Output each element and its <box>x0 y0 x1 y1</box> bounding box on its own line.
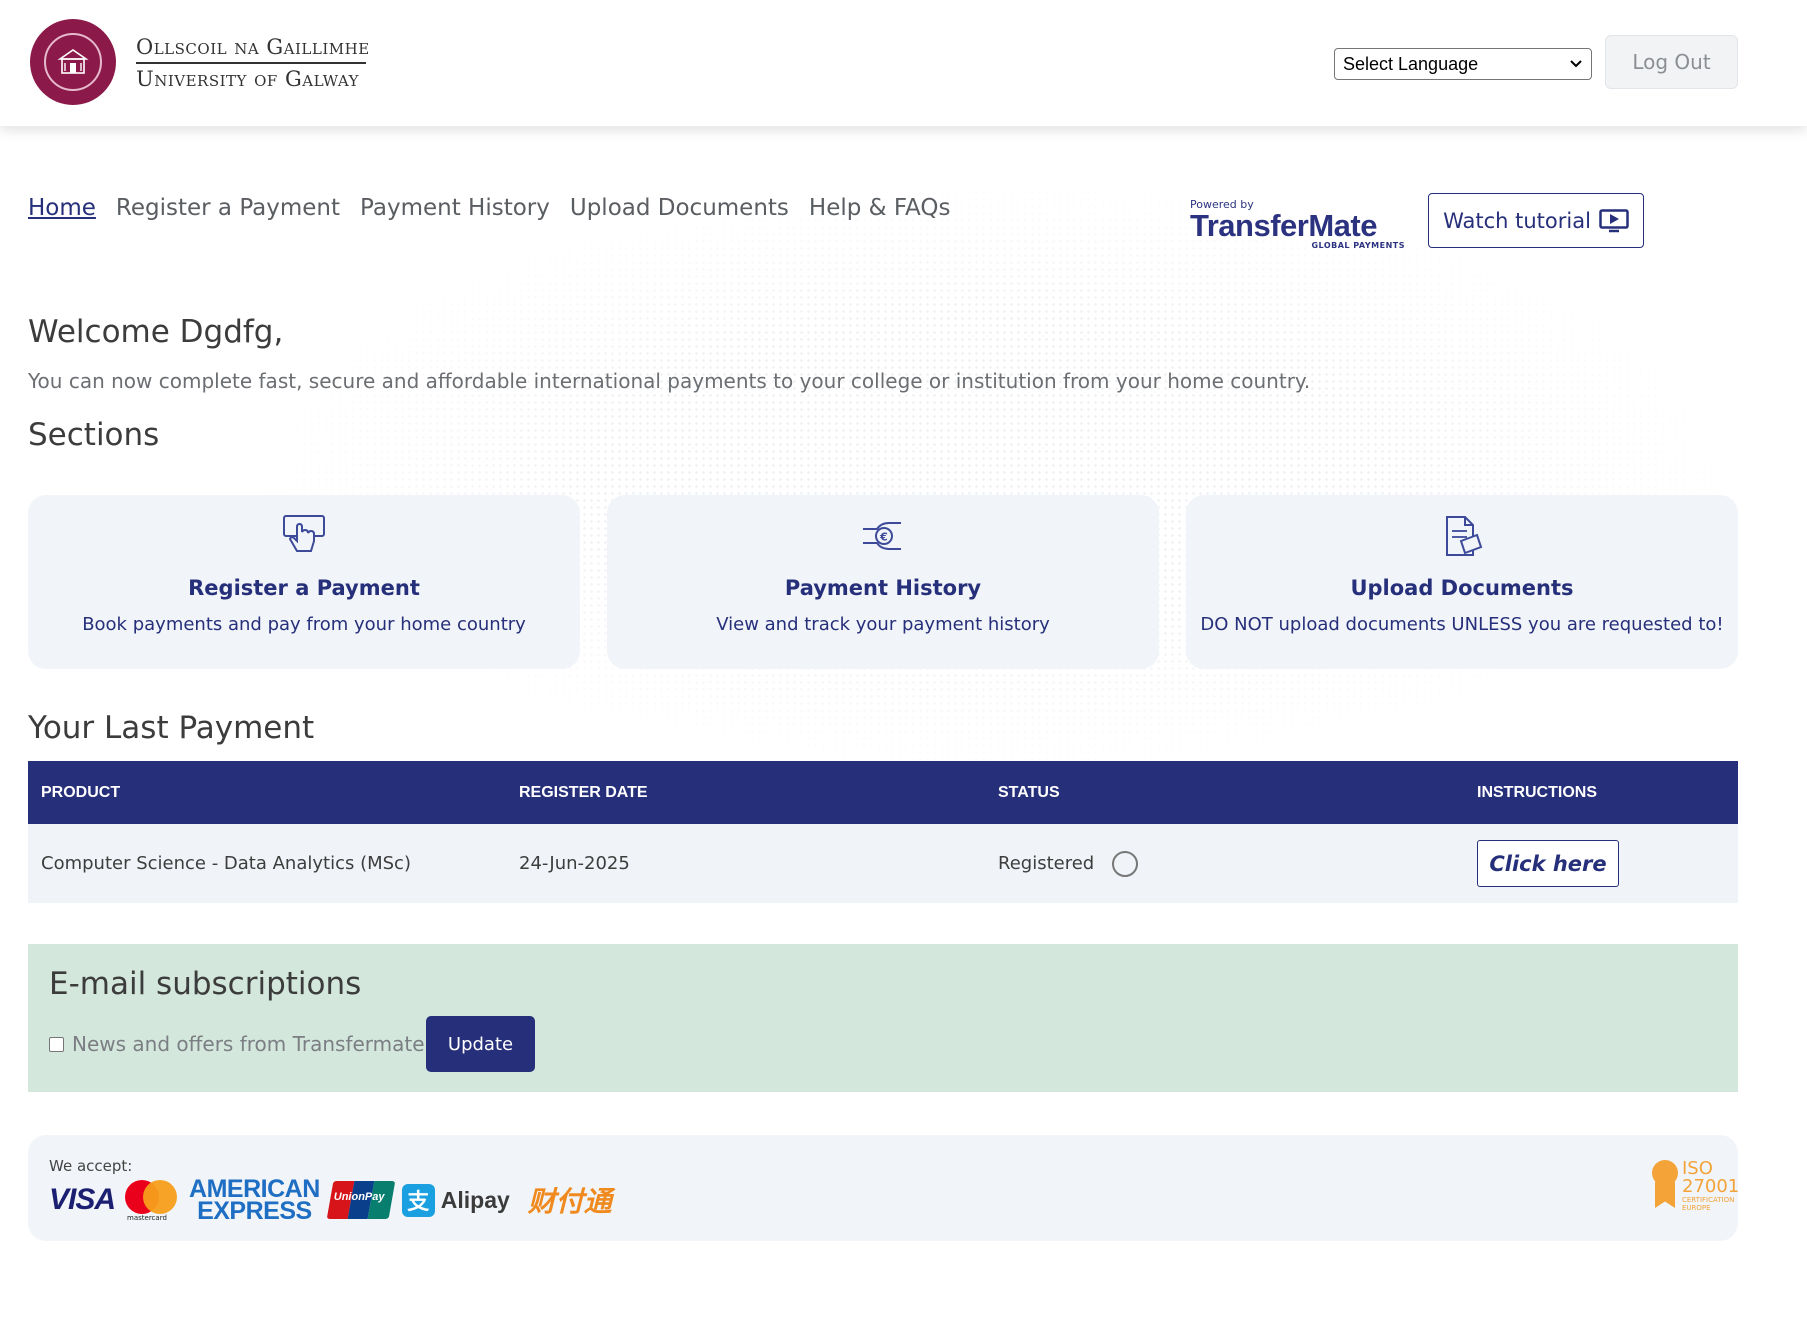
logo-english-name: University of Galway <box>136 66 360 91</box>
svg-text:€: € <box>879 531 888 544</box>
column-header-product: PRODUCT <box>41 783 121 801</box>
email-subscriptions-heading: E-mail subscriptions <box>49 966 362 1002</box>
american-express-logo: AMERICAN EXPRESS <box>189 1177 320 1225</box>
alipay-text: Alipay <box>440 1186 510 1213</box>
nav-upload-documents[interactable]: Upload Documents <box>570 195 789 221</box>
logout-button[interactable]: Log Out <box>1605 35 1738 89</box>
language-select-value: Select Language <box>1343 53 1479 74</box>
nav-help-faqs[interactable]: Help & FAQs <box>809 195 951 221</box>
sections-heading: Sections <box>28 417 160 453</box>
language-select[interactable]: Select Language <box>1334 48 1592 80</box>
chevron-down-icon <box>1570 60 1582 68</box>
column-header-instructions: INSTRUCTIONS <box>1477 783 1597 801</box>
status-circle-icon <box>1112 850 1139 877</box>
university-seal-icon <box>30 19 116 105</box>
table-row: Computer Science - Data Analytics (MSc) … <box>28 824 1738 903</box>
table-header: PRODUCT REGISTER DATE STATUS INSTRUCTION… <box>28 761 1738 824</box>
card-description: Book payments and pay from your home cou… <box>82 614 526 635</box>
medal-icon <box>1652 1160 1678 1210</box>
iso-27001-badge: ISO 27001 CERTIFICATION EUROPE <box>1652 1160 1739 1212</box>
alipay-logo: 支 Alipay <box>401 1183 510 1217</box>
email-subscriptions-panel: E-mail subscriptions News and offers fro… <box>28 944 1738 1092</box>
cell-register-date: 24-Jun-2025 <box>519 853 630 874</box>
watch-tutorial-button[interactable]: Watch tutorial <box>1428 193 1644 248</box>
hand-coin-icon: € <box>863 522 901 550</box>
card-title: Upload Documents <box>1350 576 1574 600</box>
cell-product: Computer Science - Data Analytics (MSc) <box>41 853 411 874</box>
nav-register-payment[interactable]: Register a Payment <box>116 195 340 221</box>
click-here-button[interactable]: Click here <box>1477 840 1619 887</box>
column-header-status: STATUS <box>998 783 1060 801</box>
last-payment-heading: Your Last Payment <box>28 710 315 746</box>
nav-home[interactable]: Home <box>28 195 96 221</box>
amex-line2: EXPRESS <box>197 1197 312 1225</box>
card-upload-documents[interactable]: Upload Documents DO NOT upload documents… <box>1186 495 1738 669</box>
alipay-icon: 支 <box>401 1183 435 1217</box>
last-payment-table: PRODUCT REGISTER DATE STATUS INSTRUCTION… <box>28 761 1738 903</box>
intro-text: You can now complete fast, secure and af… <box>28 369 1311 393</box>
university-logo[interactable]: Ollscoil na Gaillimhe University of Galw… <box>30 19 370 105</box>
footer-payment-methods: We accept: VISA mastercard AMERICAN EXPR… <box>28 1135 1739 1241</box>
we-accept-label: We accept: <box>49 1157 133 1175</box>
update-button[interactable]: Update <box>426 1016 535 1072</box>
mastercard-text: mastercard <box>127 1214 167 1222</box>
visa-logo: VISA <box>49 1183 116 1216</box>
card-title: Payment History <box>784 576 982 600</box>
unionpay-text: UnionPay <box>333 1191 385 1203</box>
cell-instructions: Click here <box>1465 840 1738 887</box>
video-play-icon <box>1599 208 1629 232</box>
iso-europe: EUROPE <box>1682 1204 1711 1212</box>
news-offers-label[interactable]: News and offers from Transfermate <box>72 1032 425 1056</box>
header: Ollscoil na Gaillimhe University of Galw… <box>0 0 1807 126</box>
tenpay-logo: 财付通 <box>527 1185 612 1218</box>
iso-certification: CERTIFICATION <box>1682 1196 1735 1204</box>
news-offers-checkbox[interactable] <box>49 1036 64 1052</box>
nav-payment-history[interactable]: Payment History <box>360 195 550 221</box>
watch-tutorial-label: Watch tutorial <box>1443 208 1591 233</box>
card-description: View and track your payment history <box>716 614 1050 635</box>
transfermate-brand: TransferMate <box>1190 208 1377 243</box>
payment-logos: VISA mastercard AMERICAN EXPRESS UnionPa… <box>49 1177 612 1225</box>
hand-pointer-icon <box>283 515 325 552</box>
card-description: DO NOT upload documents UNLESS you are r… <box>1200 614 1724 635</box>
welcome-heading: Welcome Dgdfg, <box>28 314 284 350</box>
cell-status: Registered <box>986 850 1465 877</box>
iso-number: 27001 <box>1682 1176 1740 1197</box>
news-offers-option: News and offers from Transfermate <box>49 1032 425 1056</box>
transfermate-logo: Powered by TransferMate GLOBAL PAYMENTS <box>1190 198 1405 250</box>
mastercard-logo: mastercard <box>125 1178 179 1222</box>
column-header-register-date: REGISTER DATE <box>519 783 648 801</box>
status-text: Registered <box>998 853 1095 874</box>
card-register-payment[interactable]: Register a Payment Book payments and pay… <box>28 495 580 669</box>
card-title: Register a Payment <box>188 576 420 600</box>
logo-irish-name: Ollscoil na Gaillimhe <box>136 34 370 59</box>
main-nav: Home Register a Payment Payment History … <box>28 195 950 221</box>
unionpay-logo: UnionPay <box>326 1181 396 1219</box>
card-payment-history[interactable]: € Payment History View and track your pa… <box>607 495 1159 669</box>
documents-icon <box>1446 516 1483 556</box>
